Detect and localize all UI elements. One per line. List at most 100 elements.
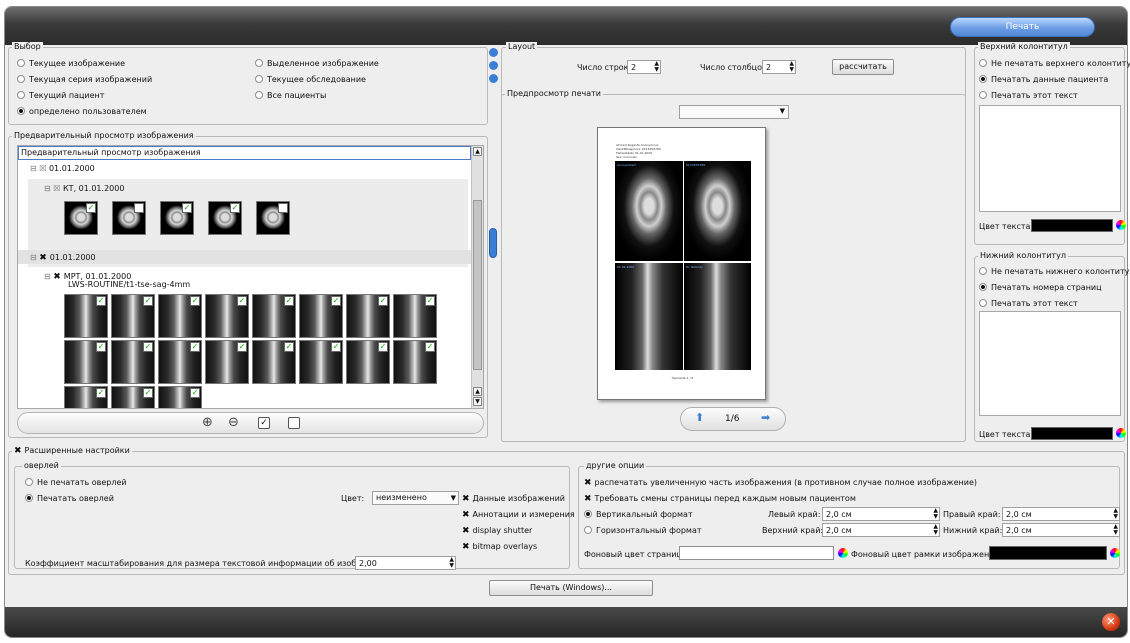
radio-selected-image[interactable]: Выделенное изображение	[255, 59, 379, 68]
image-tree[interactable]: Предварительный просмотр изображения ⊟ ☒…	[17, 145, 484, 409]
scale-spinner[interactable]: 2,00 ▲ ▼	[355, 556, 456, 570]
close-icon[interactable]: ✕	[1102, 613, 1120, 631]
footer-text-area[interactable]	[979, 311, 1121, 416]
mr-thumbnail[interactable]: ✓	[158, 386, 202, 408]
color-wheel-icon[interactable]	[838, 548, 848, 558]
radio-no-footer[interactable]: Не печатать нижнего колонтитула	[979, 267, 1130, 276]
spin-arrows-icon[interactable]: ▲ ▼	[933, 524, 938, 536]
top-margin-spinner[interactable]: 2,0 см ▲ ▼	[822, 523, 940, 537]
check-zoomed-part[interactable]: ✖ распечатать увеличенную часть изображен…	[584, 478, 977, 488]
cols-spinner[interactable]: 2 ▲ ▼	[762, 60, 796, 74]
spin-arrows-icon[interactable]: ▲ ▼	[449, 557, 454, 569]
radio-portrait[interactable]: Вертикальный формат	[584, 510, 693, 519]
header-color-swatch[interactable]	[1031, 219, 1113, 232]
tree-node-mrt[interactable]: ⊟ ✖ МРТ, 01.01.2000 LWS-ROUTINE/t1-tse-sag…	[44, 273, 190, 289]
spin-arrows-icon[interactable]: ▲ ▼	[933, 508, 938, 520]
radio-current-study[interactable]: Текущее обследование	[255, 75, 366, 84]
advanced-toggle[interactable]: ✖ Расширенные настройки	[12, 446, 132, 456]
mr-thumbnail[interactable]: ✓	[111, 386, 155, 408]
radio-header-text[interactable]: Печатать этот текст	[979, 91, 1078, 100]
zoom-out-icon[interactable]: ⊖	[228, 415, 239, 430]
uncheck-all-icon[interactable]	[288, 417, 300, 429]
mr-thumbnail[interactable]: ✓	[205, 294, 249, 338]
mr-thumbnail[interactable]: ✓	[205, 340, 249, 384]
mr-thumbnail[interactable]: ✓	[393, 340, 437, 384]
scroll-up-icon[interactable]: ▲	[473, 147, 482, 156]
radio-page-numbers[interactable]: Печатать номера страниц	[979, 283, 1102, 292]
scroll-down-icon[interactable]: ▼	[473, 397, 482, 406]
nav-dot-icon[interactable]	[489, 48, 498, 57]
nav-dot-icon[interactable]	[489, 74, 498, 83]
radio-landscape[interactable]: Горизонтальный формат	[584, 526, 702, 535]
header-text-area[interactable]	[979, 105, 1121, 212]
rows-spinner[interactable]: 2 ▲ ▼	[627, 60, 661, 74]
radio-all-patients[interactable]: Все пациенты	[255, 91, 326, 100]
frame-color-swatch[interactable]	[989, 546, 1107, 560]
splitter-handle[interactable]	[489, 228, 497, 258]
zoom-in-icon[interactable]: ⊕	[202, 415, 213, 430]
ct-thumbnail[interactable]: ✓	[64, 201, 98, 235]
scroll-thumb[interactable]	[473, 200, 482, 370]
next-page-icon[interactable]: ➡	[761, 411, 770, 424]
windows-print-button[interactable]: Печать (Windows)...	[489, 580, 653, 596]
preview-ct-right: 0123456789	[684, 161, 751, 261]
mr-thumbnail[interactable]: ✓	[158, 294, 202, 338]
radio-current-image[interactable]: Текущее изображение	[17, 59, 125, 68]
right-margin-spinner[interactable]: 2,0 см ▲ ▼	[1002, 507, 1120, 521]
mr-thumbnail[interactable]: ✓	[64, 340, 108, 384]
left-margin-spinner[interactable]: 2,0 см ▲ ▼	[822, 507, 940, 521]
mr-thumbnail[interactable]: ✓	[64, 386, 108, 408]
print-button[interactable]: Печать	[950, 17, 1095, 37]
tree-scrollbar[interactable]: ▲ ▲ ▼	[471, 146, 483, 408]
image-preview-title: Предварительный просмотр изображения	[12, 131, 196, 140]
check-display-shutter[interactable]: ✖ display shutter	[462, 526, 532, 536]
mr-thumbnail[interactable]: ✓	[111, 294, 155, 338]
overlay-color-select[interactable]: неизменено ▼	[372, 491, 459, 505]
spin-arrows-icon[interactable]: ▲ ▼	[654, 61, 659, 73]
color-wheel-icon[interactable]	[1116, 428, 1126, 438]
radio-no-overlay[interactable]: Не печатать оверлей	[25, 478, 127, 487]
preview-select[interactable]: ▼	[679, 105, 789, 119]
ct-thumbnail[interactable]	[112, 201, 146, 235]
mr-thumbnail[interactable]: ✓	[393, 294, 437, 338]
ct-thumbnail[interactable]: ✓	[160, 201, 194, 235]
radio-current-series[interactable]: Текущая серия изображений	[17, 75, 152, 84]
ct-thumbnail[interactable]	[256, 201, 290, 235]
radio-footer-text[interactable]: Печатать этот текст	[979, 299, 1078, 308]
mr-thumbnail[interactable]: ✓	[158, 340, 202, 384]
mr-thumbnail[interactable]: ✓	[252, 340, 296, 384]
tree-node-date1[interactable]: ⊟ ☒ 01.01.2000	[30, 164, 95, 173]
nav-dot-icon[interactable]	[489, 61, 498, 70]
mr-thumbnail[interactable]: ✓	[346, 340, 390, 384]
color-wheel-icon[interactable]	[1110, 548, 1120, 558]
radio-current-patient[interactable]: Текущий пациент	[17, 91, 104, 100]
calculate-button[interactable]: рассчитать	[832, 59, 894, 75]
tree-node-date2[interactable]: ⊟ ✖ 01.01.2000	[30, 253, 96, 263]
prev-page-icon[interactable]: ⬆	[695, 411, 704, 424]
ct-thumbnail[interactable]: ✓	[208, 201, 242, 235]
check-image-data[interactable]: ✖ Данные изображений	[462, 494, 565, 504]
mr-thumbnail[interactable]: ✓	[64, 294, 108, 338]
spin-arrows-icon[interactable]: ▲ ▼	[1113, 508, 1118, 520]
mr-thumbnail[interactable]: ✓	[299, 294, 343, 338]
scroll-up-icon[interactable]: ▲	[473, 387, 482, 396]
color-wheel-icon[interactable]	[1116, 220, 1126, 230]
spin-arrows-icon[interactable]: ▲ ▼	[1113, 524, 1118, 536]
mr-thumbnail[interactable]: ✓	[299, 340, 343, 384]
check-page-break[interactable]: ✖ Требовать смены страницы перед каждым н…	[584, 494, 856, 504]
check-bitmap-overlays[interactable]: ✖ bitmap overlays	[462, 542, 537, 552]
radio-no-header[interactable]: Не печатать верхнего колонтитула	[979, 59, 1130, 68]
footer-color-swatch[interactable]	[1031, 427, 1113, 440]
page-bg-color-swatch[interactable]	[679, 546, 834, 560]
mr-thumbnail[interactable]: ✓	[252, 294, 296, 338]
check-all-icon[interactable]: ✓	[258, 417, 270, 429]
spin-arrows-icon[interactable]: ▲ ▼	[789, 61, 794, 73]
check-annotations[interactable]: ✖ Аннотации и измерения	[462, 510, 575, 520]
mr-thumbnail[interactable]: ✓	[111, 340, 155, 384]
mr-thumbnail[interactable]: ✓	[346, 294, 390, 338]
tree-node-ct[interactable]: ⊟ ☒ КТ, 01.01.2000	[44, 184, 124, 193]
radio-user-defined[interactable]: определено пользователем	[17, 107, 147, 116]
radio-print-overlay[interactable]: Печатать оверлей	[25, 494, 114, 503]
radio-patient-data[interactable]: Печатать данные пациента	[979, 75, 1108, 84]
bottom-margin-spinner[interactable]: 2,0 см ▲ ▼	[1002, 523, 1120, 537]
